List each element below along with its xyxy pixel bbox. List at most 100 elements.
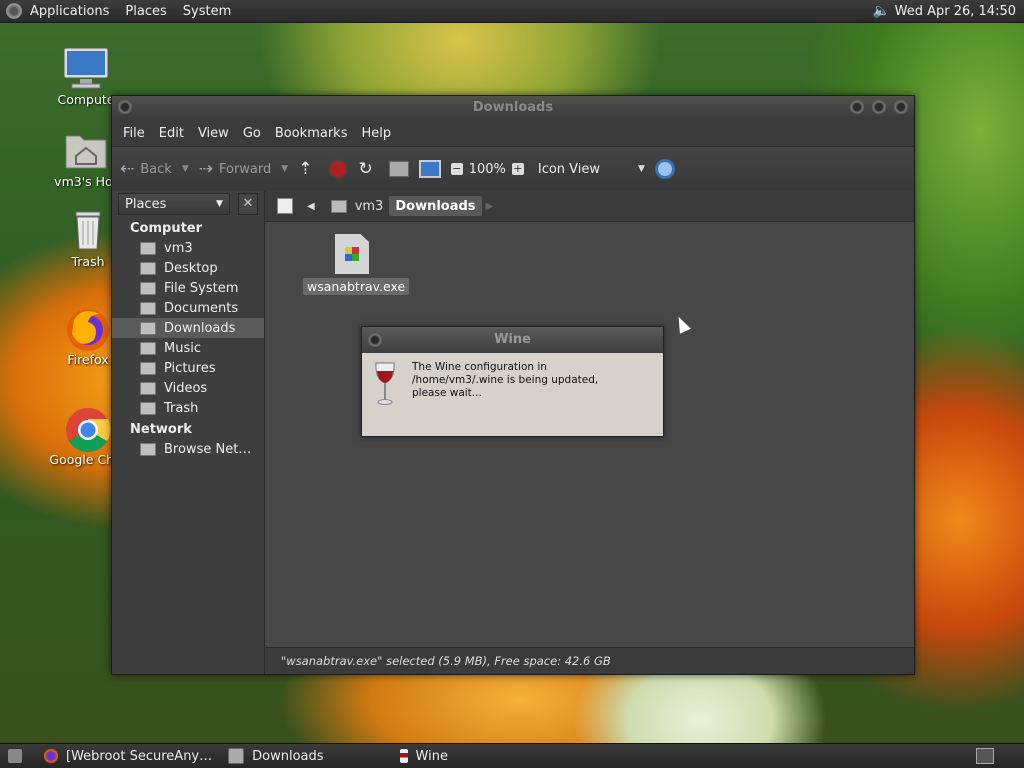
menu-go[interactable]: Go	[236, 126, 268, 141]
view-mode-select[interactable]: Icon View ▼	[538, 162, 645, 177]
window-titlebar[interactable]: Downloads	[112, 96, 914, 120]
sidebar-item-pictures[interactable]: Pictures	[112, 358, 264, 378]
firefox-icon	[44, 749, 58, 763]
window-menu-button[interactable]	[118, 100, 132, 114]
dialog-menu-button[interactable]	[368, 333, 382, 347]
edit-location-icon	[277, 198, 293, 214]
drive-icon	[140, 281, 156, 295]
maximize-button[interactable]	[872, 100, 886, 114]
show-desktop-button[interactable]	[0, 744, 36, 768]
sidebar-item-vm3[interactable]: vm3	[112, 238, 264, 258]
back-label: Back	[140, 161, 172, 177]
menu-places[interactable]: Places	[117, 4, 174, 19]
sidebar-close-button[interactable]: ✕	[237, 193, 258, 215]
chevron-down-icon: ▼	[638, 164, 645, 174]
menu-bookmarks[interactable]: Bookmarks	[268, 126, 355, 141]
clock[interactable]: Wed Apr 26, 14:50	[895, 4, 1024, 19]
search-button[interactable]	[654, 159, 675, 179]
computer-icon	[418, 160, 441, 178]
chevron-left-icon: ◀	[307, 200, 315, 212]
volume-icon[interactable]: 🔈	[873, 3, 890, 19]
menu-view[interactable]: View	[191, 126, 236, 141]
sidebar-item-label: Browse Net…	[164, 441, 252, 457]
home-folder-icon	[140, 241, 156, 255]
up-arrow-icon: ⇡	[298, 159, 313, 179]
breadcrumb-downloads[interactable]: Downloads	[389, 196, 482, 216]
sidebar-item-videos[interactable]: Videos	[112, 378, 264, 398]
path-bar: ◀ vm3 Downloads ▶	[265, 191, 914, 222]
trash-icon	[64, 208, 112, 252]
dialog-message: The Wine configuration in /home/vm3/.win…	[412, 361, 599, 399]
breadcrumb-vm3[interactable]: vm3	[325, 196, 390, 216]
system-logo-icon[interactable]	[6, 3, 22, 19]
up-button[interactable]: ⇡	[298, 159, 318, 179]
back-arrow-icon: ⇠	[120, 159, 135, 179]
zoom-in-icon[interactable]: +	[511, 163, 524, 175]
computer-icon	[62, 46, 110, 90]
view-mode-value: Icon View	[537, 161, 601, 177]
sidebar-selector-value: Places	[125, 196, 167, 212]
zoom-out-icon[interactable]: −	[450, 163, 463, 175]
sidebar: Places ▼ ✕ Computer vm3 Desktop File Sys…	[112, 191, 265, 674]
reload-icon: ↻	[358, 159, 373, 179]
forward-button[interactable]: ⇢ Forward ▼	[199, 159, 288, 179]
folder-icon	[140, 341, 156, 355]
sidebar-item-documents[interactable]: Documents	[112, 298, 264, 318]
menu-help[interactable]: Help	[354, 126, 398, 141]
home-folder-icon	[388, 161, 409, 177]
wine-glass-icon	[399, 749, 408, 763]
show-desktop-icon	[8, 749, 22, 763]
taskbar-item-label: Downloads	[252, 748, 324, 764]
sidebar-item-label: Videos	[164, 380, 208, 396]
taskbar-item-webroot[interactable]: [Webroot SecureAny…	[36, 744, 220, 768]
sidebar-item-trash[interactable]: Trash	[112, 398, 264, 418]
close-button[interactable]	[894, 100, 908, 114]
sidebar-item-downloads[interactable]: Downloads	[112, 318, 264, 338]
workspace-switcher[interactable]	[976, 748, 994, 764]
reload-button[interactable]: ↻	[358, 159, 378, 179]
menubar: File Edit View Go Bookmarks Help	[112, 120, 914, 146]
toggle-location-button[interactable]	[273, 196, 297, 216]
sidebar-item-label: Trash	[164, 400, 199, 416]
chrome-icon	[64, 406, 112, 452]
forward-history-dropdown-icon[interactable]: ▼	[281, 164, 288, 174]
taskbar-item-downloads[interactable]: Downloads	[220, 744, 331, 768]
menu-applications[interactable]: Applications	[22, 4, 117, 19]
back-history-dropdown-icon[interactable]: ▼	[182, 164, 189, 174]
sidebar-item-desktop[interactable]: Desktop	[112, 258, 264, 278]
sidebar-selector[interactable]: Places ▼	[118, 193, 230, 215]
desktop-folder-icon	[140, 261, 156, 275]
menu-file[interactable]: File	[116, 126, 152, 141]
path-scroll-left-button[interactable]: ◀	[303, 196, 319, 216]
sidebar-item-label: File System	[164, 280, 239, 296]
stop-icon	[328, 159, 349, 179]
forward-arrow-icon: ⇢	[198, 159, 213, 179]
top-panel: Applications Places System 🔈 Wed Apr 26,…	[0, 0, 1024, 23]
sidebar-item-file-system[interactable]: File System	[112, 278, 264, 298]
menu-edit[interactable]: Edit	[152, 126, 191, 141]
minimize-button[interactable]	[850, 100, 864, 114]
home-button[interactable]	[388, 161, 409, 177]
computer-button[interactable]	[418, 160, 441, 178]
sidebar-item-music[interactable]: Music	[112, 338, 264, 358]
file-item[interactable]: wsanabtrav.exe	[303, 234, 410, 295]
taskbar-item-label: Wine	[415, 748, 448, 764]
zoom-controls: − 100% +	[450, 162, 524, 177]
path-scroll-right-button[interactable]: ▶	[482, 196, 498, 216]
sidebar-item-browse-network[interactable]: Browse Net…	[112, 439, 264, 459]
folder-icon	[140, 321, 156, 335]
folder-icon	[140, 381, 156, 395]
trash-icon	[140, 401, 156, 415]
network-icon	[140, 442, 156, 456]
menu-system[interactable]: System	[175, 4, 239, 19]
back-button[interactable]: ⇠ Back ▼	[120, 159, 189, 179]
window-title: Downloads	[472, 100, 554, 115]
file-name: wsanabtrav.exe	[303, 278, 410, 295]
executable-file-icon	[335, 234, 369, 274]
stop-button[interactable]	[328, 159, 349, 179]
sidebar-header: Places ▼ ✕	[112, 191, 264, 217]
dialog-titlebar[interactable]: Wine	[362, 327, 663, 353]
sidebar-item-label: vm3	[164, 240, 193, 256]
home-folder-icon	[330, 199, 347, 213]
taskbar-item-wine[interactable]: Wine	[392, 744, 456, 768]
